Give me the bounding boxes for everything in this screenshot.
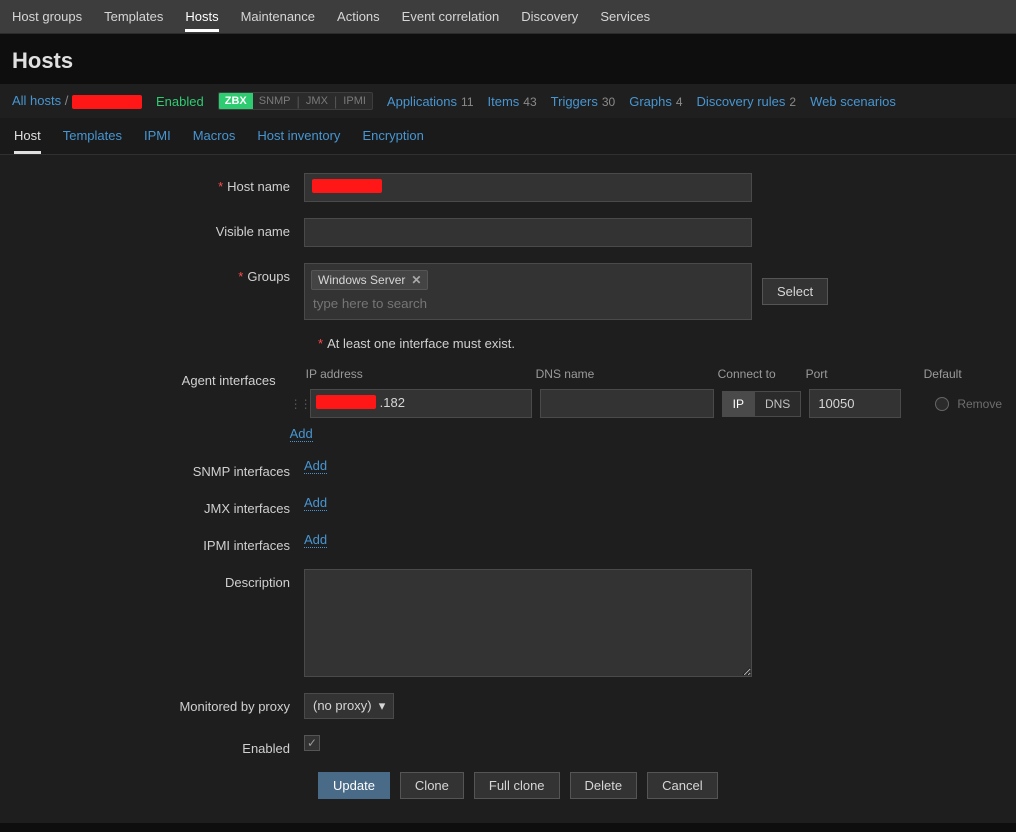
count-triggers: 30 xyxy=(602,95,615,109)
interface-hint: *At least one interface must exist. xyxy=(318,336,1002,351)
nav-services[interactable]: Services xyxy=(600,1,650,32)
host-form: *Host name Visible name *Groups Windows … xyxy=(0,155,1016,823)
link-graphs[interactable]: Graphs xyxy=(629,94,672,109)
proto-snmp: SNMP xyxy=(253,93,297,109)
page-title: Hosts xyxy=(0,34,1016,84)
groups-search-input[interactable] xyxy=(311,292,511,315)
full-clone-button[interactable]: Full clone xyxy=(474,772,560,799)
col-ip-address: IP address xyxy=(306,367,528,381)
label-enabled: Enabled xyxy=(242,741,290,756)
proto-zbx-badge: ZBX xyxy=(219,93,253,109)
enabled-checkbox[interactable]: ✓ xyxy=(304,735,320,751)
top-nav: Host groups Templates Hosts Maintenance … xyxy=(0,0,1016,34)
col-default: Default xyxy=(924,367,978,381)
connect-ip-button[interactable]: IP xyxy=(722,391,754,417)
proto-jmx: JMX xyxy=(300,93,334,109)
tab-host-inventory[interactable]: Host inventory xyxy=(257,128,340,154)
tab-macros[interactable]: Macros xyxy=(193,128,236,154)
interface-columns-header: IP address DNS name Connect to Port Defa… xyxy=(290,367,1002,381)
proto-ipmi: IPMI xyxy=(337,93,372,109)
delete-button[interactable]: Delete xyxy=(570,772,638,799)
status-enabled: Enabled xyxy=(156,94,204,109)
protocol-indicators: ZBX SNMP| JMX| IPMI xyxy=(218,92,373,110)
add-agent-interface-link[interactable]: Add xyxy=(290,426,313,442)
remove-group-icon[interactable]: ✕ xyxy=(411,273,421,287)
nav-templates[interactable]: Templates xyxy=(104,1,163,32)
update-button[interactable]: Update xyxy=(318,772,390,799)
description-textarea[interactable] xyxy=(304,569,752,677)
tab-host[interactable]: Host xyxy=(14,128,41,154)
breadcrumb-bar: All hosts / Enabled ZBX SNMP| JMX| IPMI … xyxy=(0,84,1016,118)
nav-actions[interactable]: Actions xyxy=(337,1,380,32)
col-port: Port xyxy=(806,367,898,381)
nav-hosts[interactable]: Hosts xyxy=(185,1,218,32)
label-ipmi-interfaces: IPMI interfaces xyxy=(203,538,290,553)
col-connect-to: Connect to xyxy=(718,367,798,381)
groups-multiselect[interactable]: Windows Server ✕ xyxy=(304,263,752,320)
clone-button[interactable]: Clone xyxy=(400,772,464,799)
breadcrumb-all-hosts[interactable]: All hosts xyxy=(12,93,61,108)
add-jmx-interface-link[interactable]: Add xyxy=(304,495,327,511)
group-tag-label: Windows Server xyxy=(318,273,405,287)
nav-host-groups[interactable]: Host groups xyxy=(12,1,82,32)
tab-encryption[interactable]: Encryption xyxy=(362,128,423,154)
agent-port-input[interactable] xyxy=(809,389,901,418)
link-web-scenarios[interactable]: Web scenarios xyxy=(810,94,896,109)
label-agent-interfaces: Agent interfaces xyxy=(182,373,276,388)
form-button-row: Update Clone Full clone Delete Cancel xyxy=(318,772,1002,799)
col-dns-name: DNS name xyxy=(536,367,710,381)
nav-discovery[interactable]: Discovery xyxy=(521,1,578,32)
agent-interface-row: ⋮⋮ .182 IP DNS Remove xyxy=(290,389,1002,418)
breadcrumb-hostname-redacted xyxy=(72,95,142,109)
count-applications: 11 xyxy=(461,95,473,109)
add-snmp-interface-link[interactable]: Add xyxy=(304,458,327,474)
proxy-select[interactable]: (no proxy) ▾ xyxy=(304,693,394,719)
remove-interface-link: Remove xyxy=(957,397,1002,411)
groups-select-button[interactable]: Select xyxy=(762,278,828,305)
connect-dns-button[interactable]: DNS xyxy=(754,391,801,417)
agent-ip-redacted xyxy=(316,395,376,409)
label-host-name: Host name xyxy=(227,179,290,194)
label-description: Description xyxy=(225,575,290,590)
link-triggers[interactable]: Triggers xyxy=(551,94,598,109)
nav-event-correlation[interactable]: Event correlation xyxy=(402,1,500,32)
label-jmx-interfaces: JMX interfaces xyxy=(204,501,290,516)
count-discovery-rules: 2 xyxy=(789,95,796,109)
tab-templates[interactable]: Templates xyxy=(63,128,122,154)
count-graphs: 4 xyxy=(676,95,683,109)
agent-dns-input[interactable] xyxy=(540,389,714,418)
drag-handle-icon[interactable]: ⋮⋮ xyxy=(290,397,302,411)
host-subtabs: Host Templates IPMI Macros Host inventor… xyxy=(0,118,1016,155)
tab-ipmi[interactable]: IPMI xyxy=(144,128,171,154)
breadcrumb-separator: / xyxy=(65,93,69,108)
visible-name-input[interactable] xyxy=(304,218,752,247)
proxy-select-value: (no proxy) xyxy=(313,698,372,713)
label-groups: Groups xyxy=(247,269,290,284)
default-interface-radio[interactable] xyxy=(935,397,949,411)
count-items: 43 xyxy=(523,95,536,109)
group-tag-windows-server[interactable]: Windows Server ✕ xyxy=(311,270,428,290)
link-applications[interactable]: Applications xyxy=(387,94,457,109)
add-ipmi-interface-link[interactable]: Add xyxy=(304,532,327,548)
label-monitored-by-proxy: Monitored by proxy xyxy=(179,699,290,714)
label-visible-name: Visible name xyxy=(216,224,290,239)
cancel-button[interactable]: Cancel xyxy=(647,772,717,799)
connect-to-toggle: IP DNS xyxy=(722,391,802,417)
link-discovery-rules[interactable]: Discovery rules xyxy=(697,94,786,109)
label-snmp-interfaces: SNMP interfaces xyxy=(193,464,290,479)
nav-maintenance[interactable]: Maintenance xyxy=(241,1,315,32)
link-items[interactable]: Items xyxy=(488,94,520,109)
host-name-redacted xyxy=(312,179,382,193)
